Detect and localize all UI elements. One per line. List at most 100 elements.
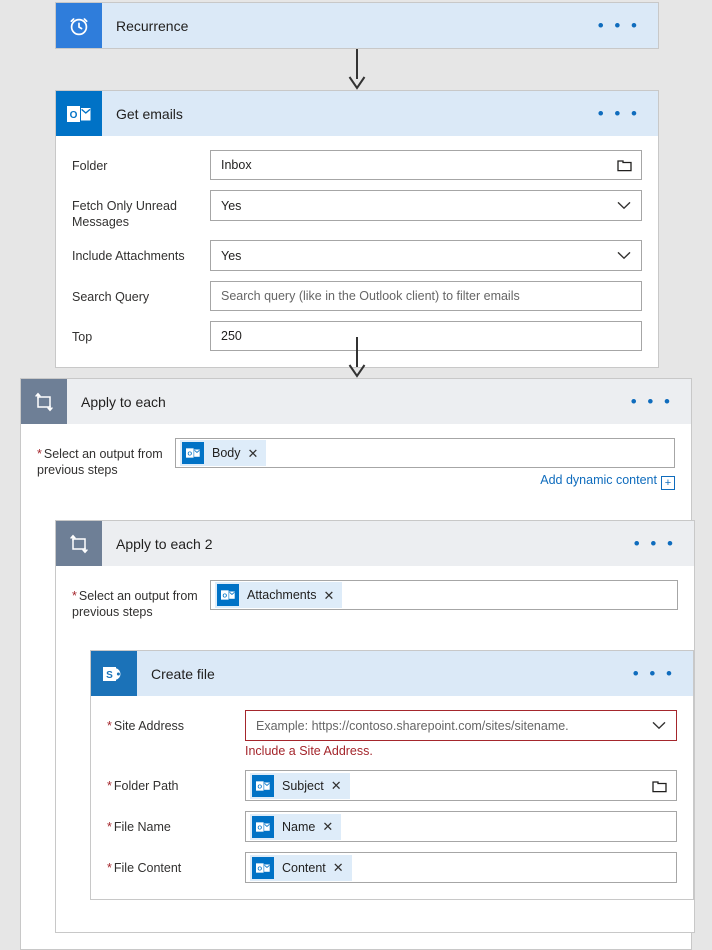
- required-asterisk: *: [37, 447, 42, 461]
- file-name-input[interactable]: O Name ✕: [245, 811, 677, 842]
- folder-picker-icon[interactable]: [651, 778, 667, 794]
- connector-arrow-1: [55, 47, 659, 91]
- step-menu-apply-to-each[interactable]: • • •: [631, 379, 691, 424]
- field-label-fetch-only-unread: Fetch Only Unread Messages: [72, 199, 177, 229]
- dynamic-token-body[interactable]: O Body ✕: [180, 440, 267, 466]
- field-label-folder: Folder: [72, 159, 108, 173]
- connector-arrow-2: [55, 335, 659, 379]
- recurrence-clock-icon: [56, 3, 102, 48]
- token-remove-icon[interactable]: ✕: [322, 820, 333, 833]
- dynamic-token-name[interactable]: O Name ✕: [250, 813, 342, 840]
- add-dynamic-content-1[interactable]: Add dynamic content +: [175, 473, 675, 490]
- loop-icon: [56, 521, 102, 566]
- svg-text:O: O: [258, 825, 263, 831]
- step-menu-apply-to-each-2[interactable]: • • •: [634, 521, 694, 566]
- token-label: Body: [212, 446, 241, 460]
- step-card-get-emails[interactable]: O Get emails • • • Folder Inbox Fetch On…: [55, 90, 659, 368]
- file-content-label-text: File Content: [113, 861, 182, 875]
- step-title-recurrence: Recurrence: [116, 17, 189, 34]
- step-body-create-file: * Site Address Example: https://contoso.s…: [91, 696, 693, 899]
- dynamic-token-subject[interactable]: O Subject ✕: [250, 772, 350, 799]
- dynamic-token-attachments[interactable]: O Attachments ✕: [215, 582, 343, 608]
- field-label-select-output-2: * Select an output from previous steps: [72, 580, 210, 620]
- step-header-recurrence[interactable]: Recurrence • • •: [56, 3, 658, 48]
- field-file-content: * File Content O Content ✕: [107, 852, 677, 883]
- token-label: Content: [282, 860, 326, 875]
- step-title-get-emails: Get emails: [116, 105, 183, 122]
- step-menu-create-file[interactable]: • • •: [633, 651, 693, 696]
- site-address-placeholder: Example: https://contoso.sharepoint.com/…: [256, 718, 569, 733]
- folder-picker-icon[interactable]: [616, 157, 632, 173]
- field-file-name: * File Name O Name ✕: [107, 811, 677, 842]
- step-header-apply-to-each[interactable]: Apply to each • • •: [21, 379, 691, 424]
- field-search-query: Search Query Search query (like in the O…: [72, 281, 642, 311]
- select-output-input-2[interactable]: O Attachments ✕: [210, 580, 678, 610]
- step-header-apply-to-each-2[interactable]: Apply to each 2 • • •: [56, 521, 694, 566]
- step-card-recurrence[interactable]: Recurrence • • •: [55, 2, 659, 49]
- search-query-input[interactable]: Search query (like in the Outlook client…: [210, 281, 642, 311]
- token-label: Name: [282, 819, 316, 834]
- svg-text:O: O: [188, 451, 193, 457]
- outlook-icon: O: [252, 774, 274, 797]
- field-include-attachments: Include Attachments Yes: [72, 240, 642, 271]
- outlook-icon: O: [252, 856, 274, 879]
- token-remove-icon[interactable]: ✕: [331, 779, 342, 792]
- step-card-create-file[interactable]: S Create file • • • * Site Address Examp…: [90, 650, 694, 900]
- file-content-input[interactable]: O Content ✕: [245, 852, 677, 883]
- field-fetch-only-unread: Fetch Only Unread Messages Yes: [72, 190, 642, 230]
- field-folder: Folder Inbox: [72, 150, 642, 180]
- field-label-file-name: * File Name: [107, 811, 245, 835]
- field-label-file-content: * File Content: [107, 852, 245, 876]
- required-asterisk: *: [107, 861, 112, 875]
- select-output-input-1[interactable]: O Body ✕: [175, 438, 675, 468]
- field-select-output-2: *Select an output from previous steps O: [72, 580, 678, 620]
- include-attachments-dropdown[interactable]: Yes: [210, 240, 642, 271]
- include-attachments-value: Yes: [221, 248, 242, 263]
- chevron-down-icon[interactable]: [651, 718, 667, 734]
- token-remove-icon[interactable]: ✕: [333, 861, 344, 874]
- step-header-get-emails[interactable]: O Get emails • • •: [56, 91, 658, 136]
- loop-icon: [21, 379, 67, 424]
- chevron-down-icon[interactable]: [616, 198, 632, 214]
- fetch-only-unread-value: Yes: [221, 198, 242, 213]
- folder-path-label-text: Folder Path: [113, 779, 179, 793]
- token-label: Attachments: [247, 588, 317, 602]
- folder-value: Inbox: [221, 158, 252, 172]
- step-menu-recurrence[interactable]: • • •: [598, 3, 658, 48]
- step-body-get-emails: Folder Inbox Fetch Only Unread Messages …: [56, 136, 658, 367]
- step-menu-get-emails[interactable]: • • •: [598, 91, 658, 136]
- required-asterisk: *: [72, 589, 77, 603]
- plus-icon[interactable]: +: [661, 476, 675, 490]
- outlook-icon: O: [252, 815, 274, 838]
- token-remove-icon[interactable]: ✕: [323, 589, 334, 602]
- fetch-only-unread-dropdown[interactable]: Yes: [210, 190, 642, 221]
- folder-input[interactable]: Inbox: [210, 150, 642, 180]
- step-title-apply-to-each-2: Apply to each 2: [116, 535, 213, 552]
- step-card-apply-to-each-2[interactable]: Apply to each 2 • • • * Select an output …: [55, 520, 695, 933]
- step-card-apply-to-each[interactable]: Apply to each • • • * Select an output fr…: [20, 378, 695, 950]
- site-address-dropdown[interactable]: Example: https://contoso.sharepoint.com/…: [245, 710, 677, 741]
- search-query-placeholder: Search query (like in the Outlook client…: [221, 289, 520, 303]
- dynamic-token-content[interactable]: O Content ✕: [250, 854, 352, 881]
- field-label-search-query: Search Query: [72, 290, 150, 304]
- step-title-apply-to-each: Apply to each: [81, 393, 166, 410]
- field-label-select-output-1: * Select an output from previous steps: [37, 438, 175, 478]
- field-label-folder-path: * Folder Path: [107, 770, 245, 794]
- outlook-icon: O: [182, 442, 204, 464]
- select-output-label-text-2: Select an output from previous steps: [72, 589, 198, 619]
- step-title-create-file: Create file: [151, 665, 215, 682]
- add-dynamic-content-link[interactable]: Add dynamic content: [540, 473, 657, 487]
- required-asterisk: *: [107, 820, 112, 834]
- svg-text:S: S: [106, 670, 113, 681]
- field-folder-path: * Folder Path O Subject ✕: [107, 770, 677, 801]
- token-label: Subject: [282, 778, 324, 793]
- chevron-down-icon[interactable]: [616, 248, 632, 264]
- field-label-site-address: * Site Address: [107, 710, 245, 734]
- site-address-label-text: Site Address: [113, 719, 185, 733]
- token-remove-icon[interactable]: ✕: [248, 447, 259, 460]
- outlook-icon: O: [217, 584, 239, 606]
- svg-text:O: O: [258, 784, 263, 790]
- step-header-create-file[interactable]: S Create file • • •: [91, 651, 693, 696]
- folder-path-input[interactable]: O Subject ✕: [245, 770, 677, 801]
- required-asterisk: *: [107, 779, 112, 793]
